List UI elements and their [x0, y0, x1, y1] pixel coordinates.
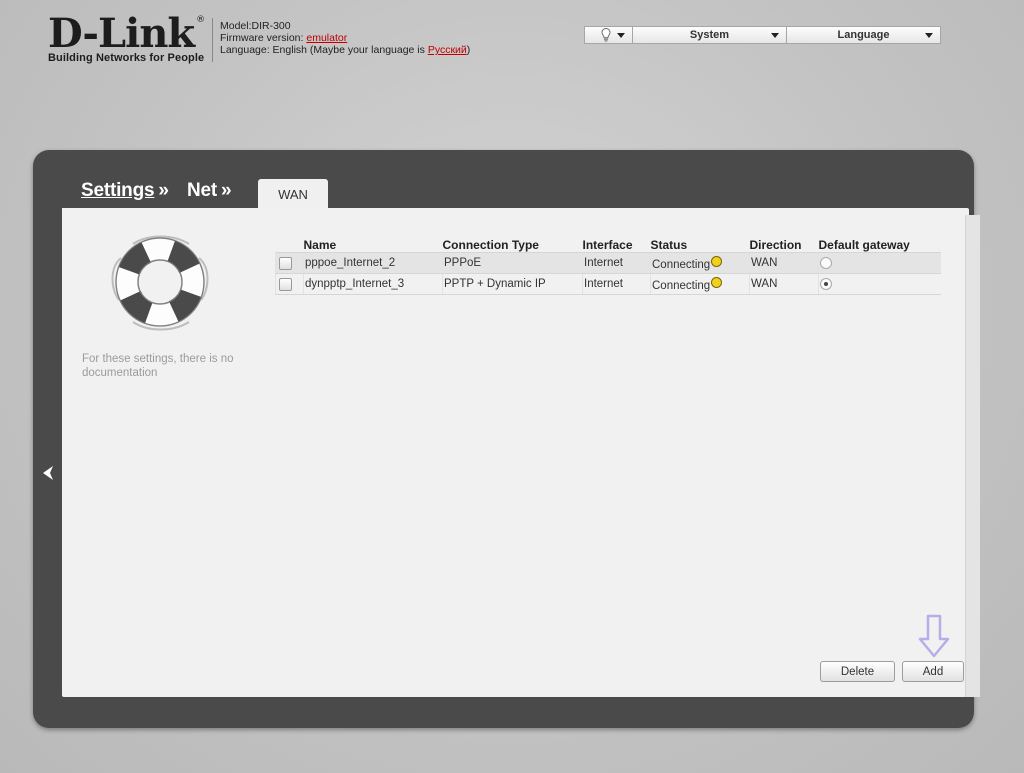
- row-interface: Internet: [582, 273, 651, 295]
- column-interface: Interface: [582, 238, 633, 252]
- language-line: Language: English (Maybe your language i…: [220, 44, 471, 56]
- lifebuoy-icon: [111, 235, 209, 331]
- wan-connections-table: Name Connection Type Interface Status Di…: [275, 238, 941, 295]
- column-status: Status: [650, 238, 688, 252]
- row-status: Connecting: [650, 252, 750, 274]
- chevron-down-icon: [925, 33, 933, 38]
- status-indicator-icon: [711, 255, 723, 267]
- breadcrumb: Settings » Net »: [81, 180, 250, 202]
- lightbulb-icon: [601, 28, 611, 42]
- logo-text: D-Link: [48, 10, 195, 57]
- status-text: Connecting: [652, 258, 711, 271]
- row-checkbox[interactable]: [279, 256, 292, 270]
- chevron-down-icon: [617, 33, 625, 38]
- logo-tagline: Building Networks for People: [48, 52, 205, 64]
- breadcrumb-net[interactable]: Net: [187, 180, 217, 202]
- system-menu-label: System: [689, 29, 730, 41]
- model-value: DIR-300: [251, 20, 291, 32]
- row-interface: Internet: [582, 252, 651, 274]
- row-connection-type: PPTP + Dynamic IP: [442, 273, 583, 295]
- top-toolbar: System Language: [584, 26, 941, 45]
- firmware-line: Firmware version: emulator: [220, 32, 348, 44]
- row-direction: WAN: [749, 273, 819, 295]
- breadcrumb-separator: »: [220, 180, 232, 201]
- status-indicator-icon: [711, 276, 723, 288]
- row-status: Connecting: [650, 273, 750, 295]
- row-checkbox[interactable]: [279, 277, 292, 291]
- logo-registered-mark: ®: [196, 15, 205, 25]
- row-name[interactable]: pppoe_Internet_2: [303, 252, 443, 274]
- table-row[interactable]: pppoe_Internet_2 PPPoE Internet Connecti…: [275, 252, 941, 274]
- column-direction: Direction: [749, 238, 802, 252]
- hints-menu-button[interactable]: [584, 26, 633, 44]
- delete-button[interactable]: Delete: [820, 661, 895, 682]
- table-header-row: Name Connection Type Interface Status Di…: [276, 238, 942, 253]
- system-menu-button[interactable]: System: [632, 26, 787, 44]
- chevron-down-icon: [771, 33, 779, 38]
- help-text: For these settings, there is no document…: [82, 353, 234, 379]
- row-connection-type: PPPoE: [442, 252, 583, 274]
- dlink-logo: D-Link ® Building Networks for People: [48, 10, 205, 65]
- status-text: Connecting: [652, 279, 711, 292]
- collapse-sidebar-icon[interactable]: [40, 464, 56, 482]
- language-switch-link[interactable]: Русский: [428, 44, 467, 56]
- device-info: Model:DIR-300 Firmware version: emulator…: [220, 20, 470, 56]
- breadcrumb-settings[interactable]: Settings: [81, 180, 155, 202]
- default-gateway-radio[interactable]: [820, 256, 832, 269]
- arrow-down-hint-icon: [918, 614, 950, 658]
- row-direction: WAN: [749, 252, 819, 274]
- breadcrumb-separator: »: [158, 180, 169, 201]
- add-button[interactable]: Add: [902, 661, 964, 682]
- panel-scrollbar[interactable]: [965, 215, 980, 697]
- header-divider: [212, 18, 213, 62]
- column-name: Name: [303, 238, 337, 252]
- language-menu-button[interactable]: Language: [786, 26, 941, 44]
- language-menu-label: Language: [837, 29, 890, 41]
- default-gateway-radio[interactable]: [820, 277, 832, 290]
- column-connection-type: Connection Type: [442, 238, 539, 252]
- tab-wan[interactable]: WAN: [258, 179, 328, 209]
- model-line: Model:DIR-300: [220, 20, 291, 32]
- table-row[interactable]: dynpptp_Internet_3 PPTP + Dynamic IP Int…: [275, 273, 941, 295]
- firmware-link[interactable]: emulator: [306, 32, 347, 44]
- column-default-gateway: Default gateway: [818, 238, 910, 252]
- row-name[interactable]: dynpptp_Internet_3: [303, 273, 443, 295]
- column-select: [276, 238, 304, 253]
